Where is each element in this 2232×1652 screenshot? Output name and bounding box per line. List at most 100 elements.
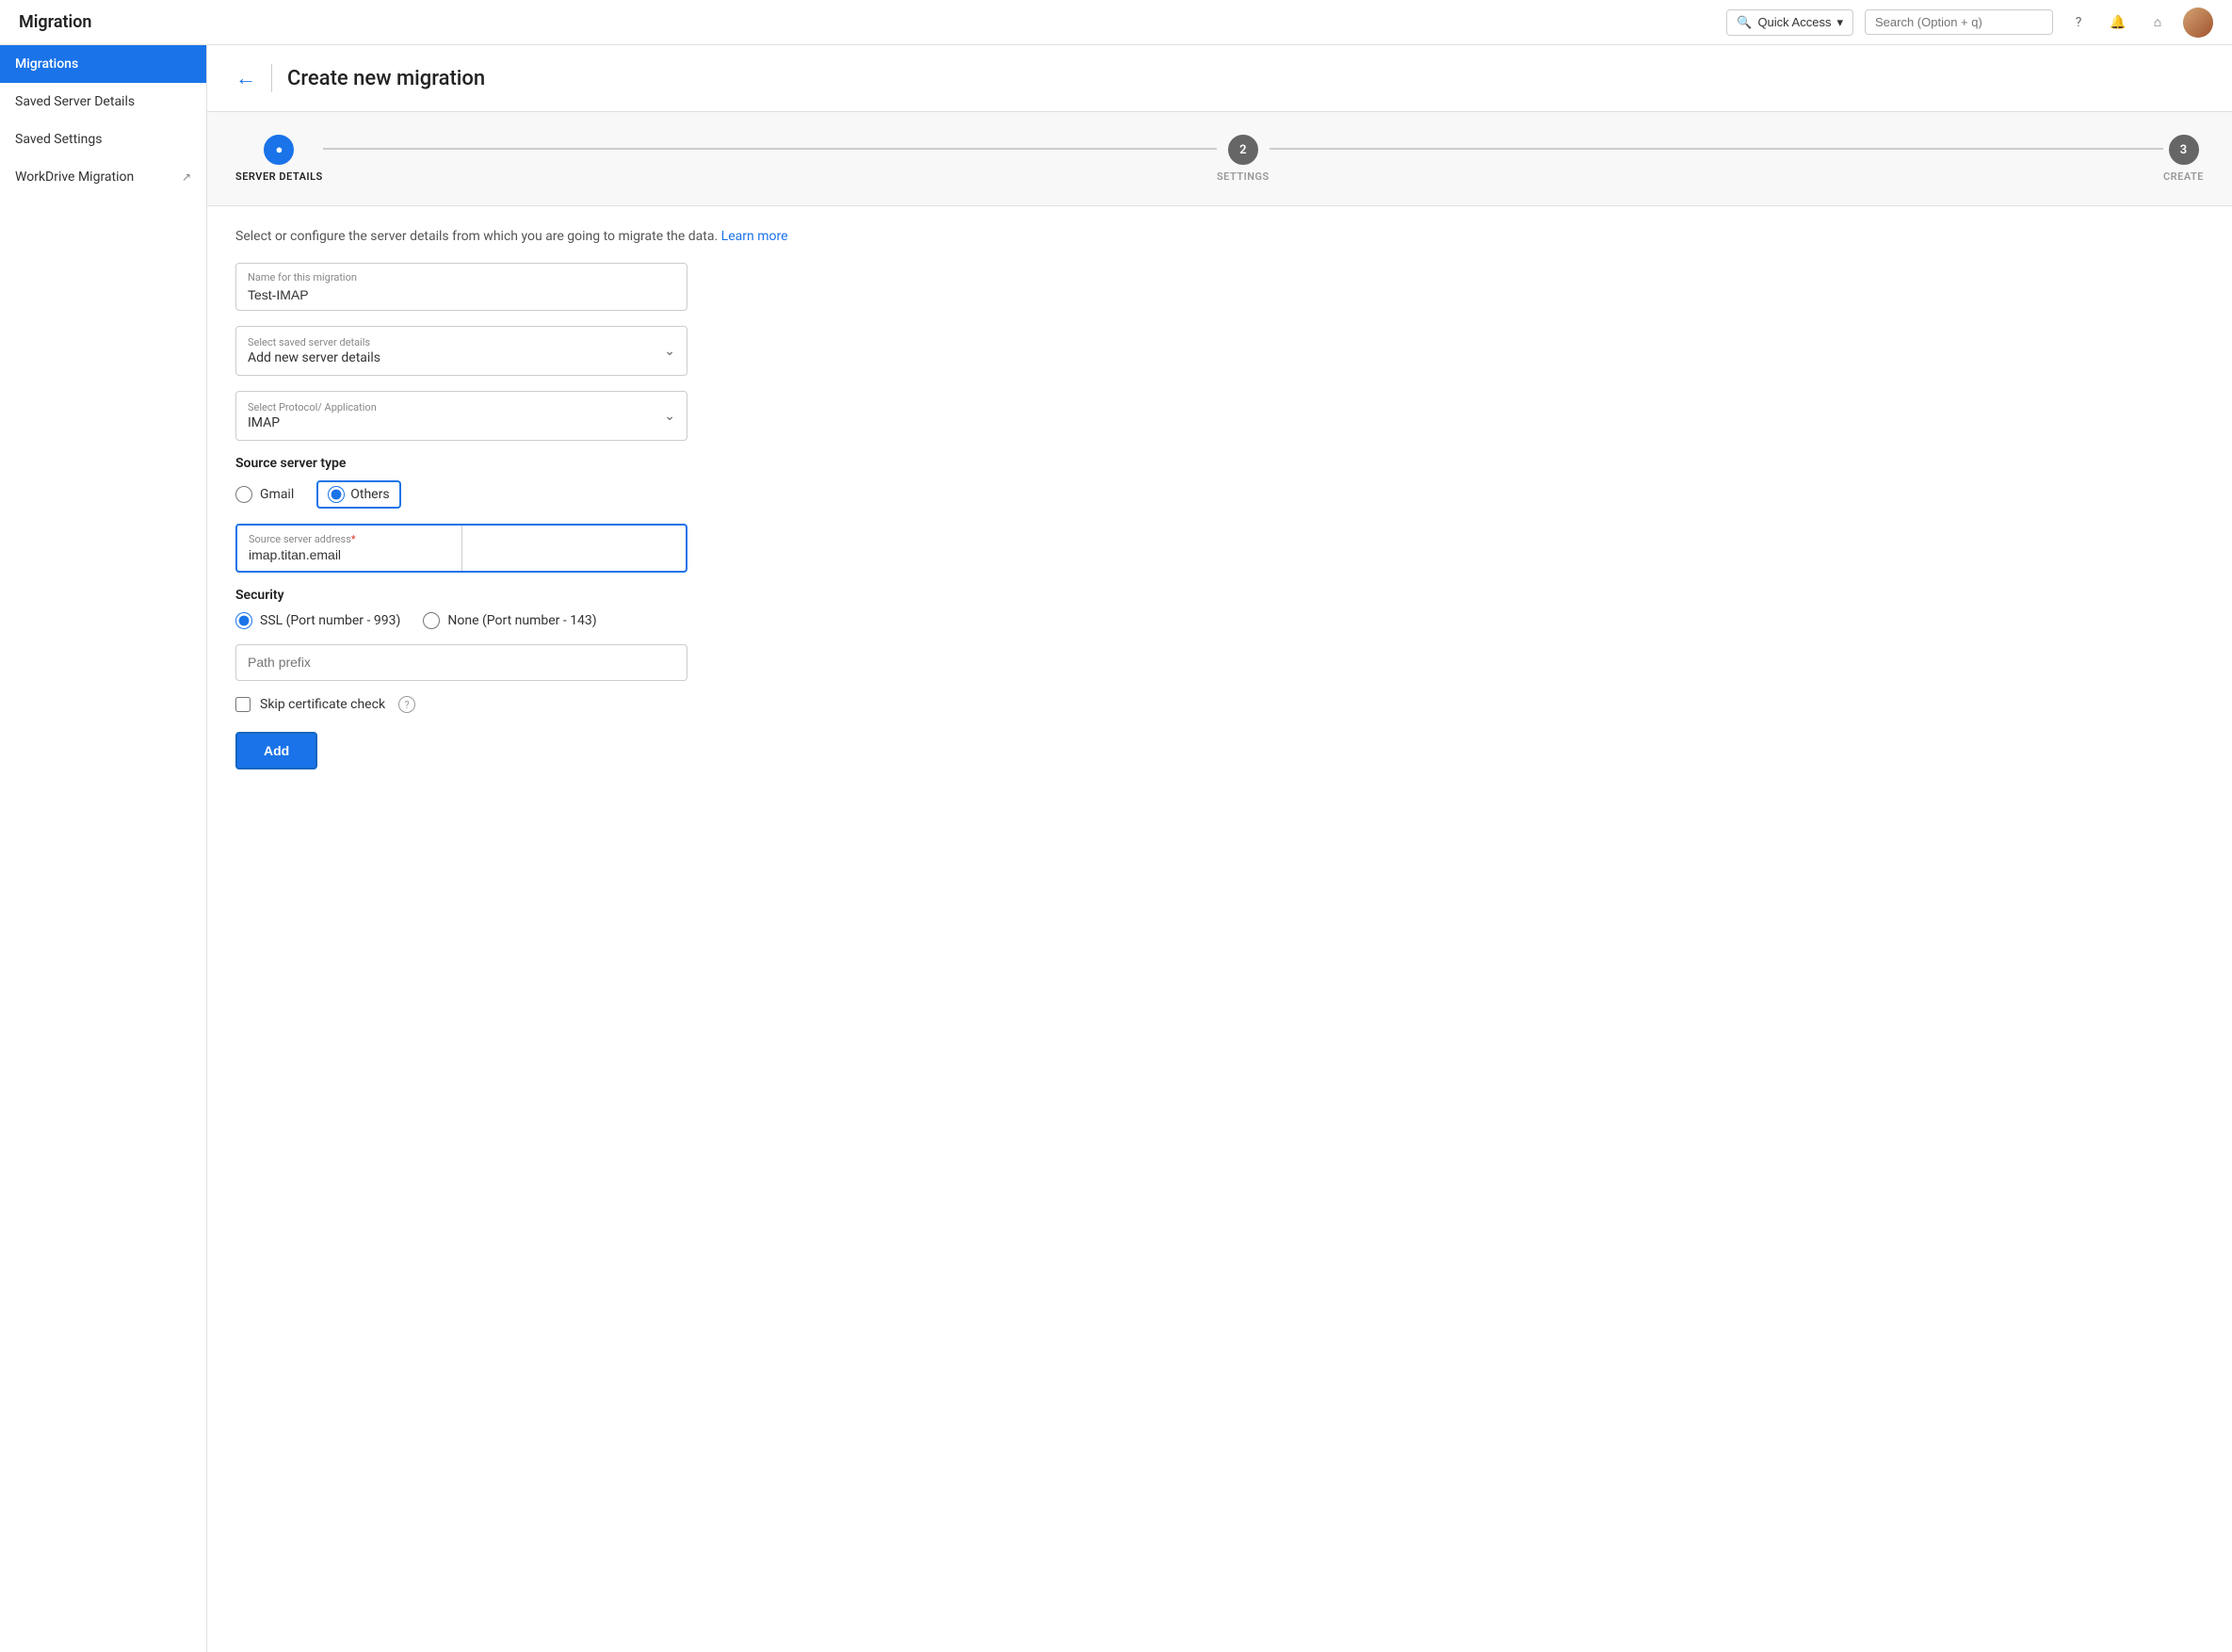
saved-server-label: Select saved server details bbox=[248, 336, 675, 348]
saved-server-value: Add new server details bbox=[248, 350, 675, 365]
form-area: Select or configure the server details f… bbox=[207, 206, 2232, 792]
stepper-container: ● SERVER DETAILS 2 SETTINGS 3 bbox=[207, 112, 2232, 206]
source-address-label: Source server address* bbox=[249, 533, 450, 545]
quick-access-button[interactable]: 🔍 Quick Access ▾ bbox=[1726, 9, 1853, 36]
search-input[interactable] bbox=[1865, 9, 2053, 35]
step-line-2 bbox=[1270, 148, 2163, 150]
step-circle-3: 3 bbox=[2169, 135, 2199, 165]
migration-name-field: Name for this migration bbox=[235, 263, 687, 311]
gmail-radio-label[interactable]: Gmail bbox=[235, 486, 294, 503]
security-label: Security bbox=[235, 588, 2204, 603]
sidebar-item-label: WorkDrive Migration bbox=[15, 170, 134, 185]
app-title: Migration bbox=[19, 12, 91, 32]
avatar[interactable] bbox=[2183, 8, 2213, 38]
none-radio-label[interactable]: None (Port number - 143) bbox=[423, 612, 596, 629]
content-area: ← Create new migration ● SERVER DETAILS bbox=[207, 45, 2232, 1652]
sidebar-item-migrations[interactable]: Migrations bbox=[0, 45, 206, 83]
step-create: 3 CREATE bbox=[2163, 135, 2204, 183]
protocol-group: Select Protocol/ Application IMAP ⌄ bbox=[235, 391, 2204, 441]
add-button[interactable]: Add bbox=[235, 732, 317, 769]
top-bar-right: 🔍 Quick Access ▾ ? 🔔 ⌂ bbox=[1726, 8, 2213, 38]
step-settings: 2 SETTINGS bbox=[1217, 135, 1270, 183]
step-number-2: 2 bbox=[1239, 143, 1246, 157]
search-icon: 🔍 bbox=[1737, 15, 1752, 30]
quick-access-label: Quick Access bbox=[1757, 15, 1831, 29]
none-radio[interactable] bbox=[423, 612, 440, 629]
top-bar: Migration 🔍 Quick Access ▾ ? 🔔 ⌂ bbox=[0, 0, 2232, 45]
chevron-down-icon: ▾ bbox=[1836, 15, 1843, 30]
gmail-label: Gmail bbox=[260, 487, 294, 502]
home-icon: ⌂ bbox=[2154, 14, 2161, 30]
step-server-details: ● SERVER DETAILS bbox=[235, 135, 323, 183]
source-address-input[interactable] bbox=[249, 547, 450, 562]
top-bar-left: Migration bbox=[19, 12, 91, 32]
notification-icon-btn[interactable]: 🔔 bbox=[2104, 8, 2132, 37]
ssl-label: SSL (Port number - 993) bbox=[260, 613, 400, 628]
sidebar-item-saved-settings[interactable]: Saved Settings bbox=[0, 121, 206, 158]
others-label: Others bbox=[350, 487, 389, 502]
external-link-icon: ↗ bbox=[182, 170, 191, 184]
question-icon: ? bbox=[2076, 15, 2082, 30]
protocol-value: IMAP bbox=[248, 415, 675, 430]
protocol-label: Select Protocol/ Application bbox=[248, 401, 675, 413]
step-number-3: 3 bbox=[2180, 143, 2187, 157]
gmail-radio[interactable] bbox=[235, 486, 252, 503]
sidebar-item-saved-server-details[interactable]: Saved Server Details bbox=[0, 83, 206, 121]
page-header: ← Create new migration bbox=[207, 45, 2232, 112]
source-address-field: Source server address* bbox=[237, 526, 461, 571]
step-label-3: CREATE bbox=[2163, 170, 2204, 183]
skip-cert-label: Skip certificate check bbox=[260, 697, 385, 712]
skip-cert-row: Skip certificate check ? bbox=[235, 696, 2204, 713]
step-number-1: ● bbox=[275, 142, 283, 157]
header-divider bbox=[271, 64, 272, 92]
saved-server-group: Select saved server details Add new serv… bbox=[235, 326, 2204, 376]
help-icon[interactable]: ? bbox=[398, 696, 415, 713]
security-radio-group: SSL (Port number - 993) None (Port numbe… bbox=[235, 612, 2204, 629]
page-title: Create new migration bbox=[287, 67, 485, 90]
sidebar-item-workdrive-migration[interactable]: WorkDrive Migration ↗ bbox=[0, 158, 206, 196]
step-label-2: SETTINGS bbox=[1217, 170, 1270, 183]
chevron-down-icon: ⌄ bbox=[664, 344, 675, 359]
required-asterisk: * bbox=[351, 533, 356, 545]
help-icon-btn[interactable]: ? bbox=[2064, 8, 2093, 37]
sidebar-item-label: Saved Server Details bbox=[15, 94, 135, 109]
others-radio[interactable] bbox=[328, 486, 345, 503]
chevron-down-icon-2: ⌄ bbox=[664, 409, 675, 424]
source-port-input[interactable] bbox=[474, 533, 675, 548]
none-label: None (Port number - 143) bbox=[447, 613, 596, 628]
sidebar-item-label: Saved Settings bbox=[15, 132, 102, 147]
ssl-radio[interactable] bbox=[235, 612, 252, 629]
source-server-type-label: Source server type bbox=[235, 456, 2204, 471]
migration-name-label: Name for this migration bbox=[236, 264, 687, 285]
app-container: Migration 🔍 Quick Access ▾ ? 🔔 ⌂ bbox=[0, 0, 2232, 1652]
step-label-1: SERVER DETAILS bbox=[235, 170, 323, 183]
sidebar: Migrations Saved Server Details Saved Se… bbox=[0, 45, 207, 1652]
learn-more-link[interactable]: Learn more bbox=[721, 229, 788, 244]
skip-cert-checkbox[interactable] bbox=[235, 697, 251, 712]
sidebar-item-label: Migrations bbox=[15, 57, 78, 72]
form-description: Select or configure the server details f… bbox=[235, 229, 2204, 244]
path-prefix-group bbox=[235, 644, 2204, 681]
step-line-1 bbox=[323, 148, 1217, 150]
step-circle-2: 2 bbox=[1228, 135, 1258, 165]
path-prefix-input[interactable] bbox=[248, 655, 675, 670]
step-circle-1: ● bbox=[264, 135, 294, 165]
protocol-dropdown[interactable]: Select Protocol/ Application IMAP ⌄ bbox=[235, 391, 687, 441]
ssl-radio-label[interactable]: SSL (Port number - 993) bbox=[235, 612, 400, 629]
source-server-type-group: Source server type Gmail Others bbox=[235, 456, 2204, 509]
migration-name-group: Name for this migration bbox=[235, 263, 2204, 311]
path-prefix-field[interactable] bbox=[235, 644, 687, 681]
home-icon-btn[interactable]: ⌂ bbox=[2143, 8, 2172, 37]
source-port-field bbox=[461, 526, 687, 571]
source-address-group: Source server address* bbox=[235, 524, 2204, 573]
migration-name-input[interactable] bbox=[236, 285, 687, 310]
bell-icon: 🔔 bbox=[2110, 15, 2126, 30]
security-group: Security SSL (Port number - 993) None (P… bbox=[235, 588, 2204, 629]
saved-server-dropdown[interactable]: Select saved server details Add new serv… bbox=[235, 326, 687, 376]
stepper: ● SERVER DETAILS 2 SETTINGS 3 bbox=[235, 135, 2204, 183]
source-server-type-radio-group: Gmail Others bbox=[235, 480, 2204, 509]
back-button[interactable]: ← bbox=[235, 66, 256, 90]
main-layout: Migrations Saved Server Details Saved Se… bbox=[0, 45, 2232, 1652]
others-radio-wrapper: Others bbox=[316, 480, 400, 509]
source-address-row: Source server address* bbox=[235, 524, 687, 573]
